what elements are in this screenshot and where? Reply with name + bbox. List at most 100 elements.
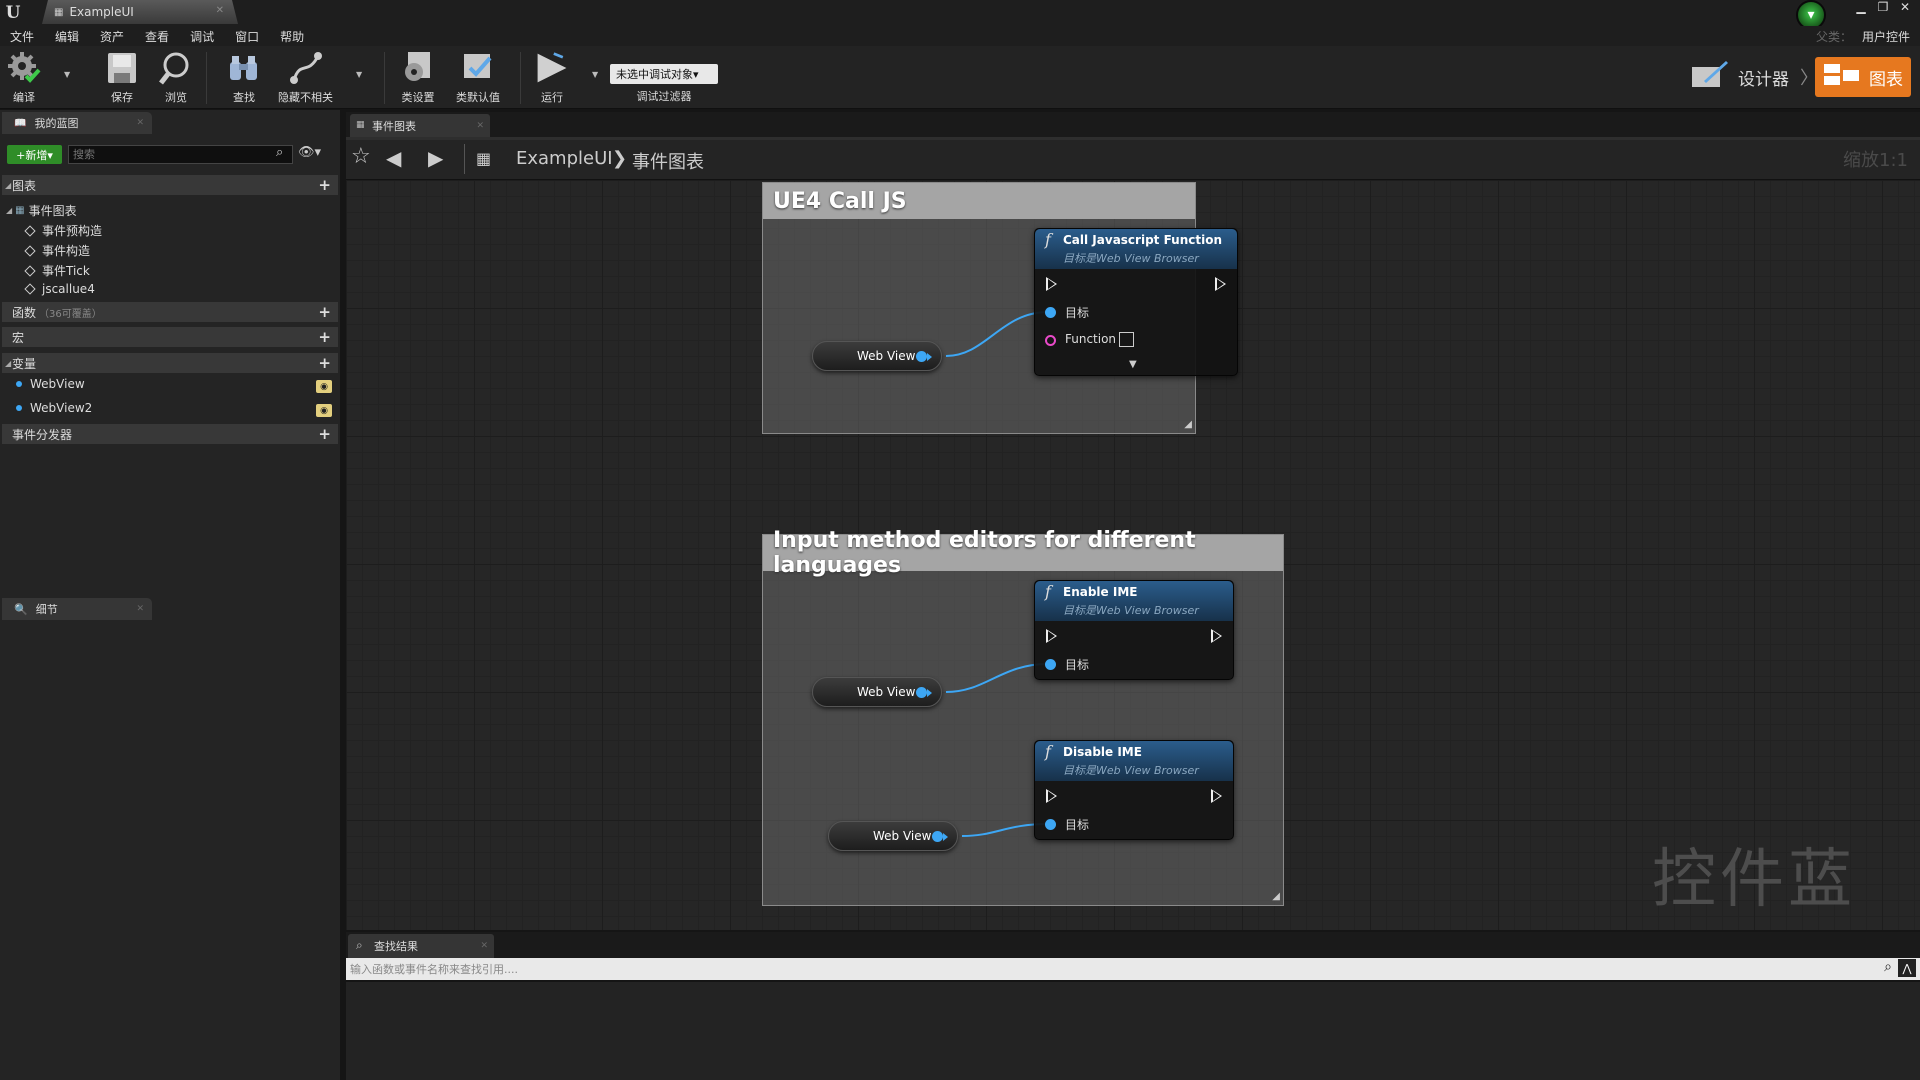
web-view-variable-node[interactable]: Web View — [812, 677, 942, 707]
comment-title[interactable]: UE4 Call JS — [763, 183, 1195, 219]
add-new-button[interactable]: +新增▾ — [7, 145, 62, 164]
close-window-icon[interactable]: ✕ — [1896, 0, 1914, 14]
class-defaults-button[interactable]: 类默认值 — [456, 50, 500, 105]
web-view-variable-node[interactable]: Web View — [812, 341, 942, 371]
close-tab-icon[interactable]: ✕ — [216, 5, 224, 16]
section-event-dispatchers[interactable]: 事件分发器 + — [2, 424, 338, 444]
target-pin[interactable] — [1045, 819, 1056, 830]
tree-item-event[interactable]: 事件Tick — [24, 262, 90, 279]
graph-canvas[interactable]: 控件蓝图 UE4 Call JS ◢ Input method editors … — [346, 180, 1920, 930]
exec-output-pin[interactable] — [1215, 277, 1226, 291]
menu-asset[interactable]: 资产 — [100, 28, 124, 45]
play-options-icon[interactable]: ▼ — [592, 70, 598, 79]
function-value-input[interactable] — [1119, 332, 1134, 347]
exec-input-pin[interactable] — [1046, 789, 1057, 803]
add-dispatcher-icon[interactable]: + — [318, 425, 331, 443]
search-icon[interactable]: ⌕ — [276, 145, 283, 160]
variable-item[interactable]: WebView2 — [16, 401, 92, 415]
resize-handle-icon[interactable]: ◢ — [1272, 891, 1280, 902]
menu-view[interactable]: 查看 — [145, 28, 169, 45]
search-icon[interactable]: ⌕ — [1884, 959, 1892, 975]
variable-item[interactable]: WebView — [16, 377, 85, 391]
hide-unrelated-options-icon[interactable]: ▼ — [356, 70, 362, 79]
event-graph-tab[interactable]: ▦ 事件图表 ✕ — [350, 114, 490, 137]
browse-button[interactable]: 浏览 — [158, 50, 194, 105]
menu-debug[interactable]: 调试 — [190, 28, 214, 45]
web-view-variable-node[interactable]: Web View — [828, 821, 958, 851]
tree-item-event-graph[interactable]: ◢ ▦ 事件图表 — [6, 202, 77, 219]
document-tab[interactable]: ▦ ExampleUI ✕ — [42, 0, 238, 24]
variable-visibility-icon[interactable]: ◉ — [316, 404, 332, 417]
section-macros[interactable]: 宏 + — [2, 327, 338, 347]
add-graph-icon[interactable]: + — [318, 176, 331, 194]
unreal-logo: U — [5, 3, 21, 23]
breadcrumb-root[interactable]: ExampleUI — [516, 148, 613, 169]
close-tab-icon[interactable]: ✕ — [476, 121, 484, 131]
compile-button[interactable]: 编译 — [6, 50, 42, 105]
expand-triangle-icon[interactable]: ◢ — [5, 181, 11, 190]
target-pin[interactable] — [1045, 659, 1056, 670]
advanced-pins-expand-icon[interactable]: ▼ — [1129, 359, 1137, 370]
section-graphs[interactable]: ◢ 图表 + — [2, 175, 338, 195]
add-macro-icon[interactable]: + — [318, 328, 331, 346]
exec-input-pin[interactable] — [1046, 277, 1057, 291]
forward-arrow-icon[interactable]: ▶ — [428, 146, 443, 170]
find-results-search-bar[interactable]: 输入函数或事件名称来查找引用.... ⌕ ⋀ — [346, 958, 1920, 980]
blueprint-search-input[interactable] — [68, 145, 293, 164]
close-panel-icon[interactable]: ✕ — [136, 604, 144, 614]
find-button[interactable]: 查找 — [226, 50, 262, 105]
add-function-icon[interactable]: + — [318, 303, 331, 321]
debug-object-select[interactable]: 未选中调试对象▾ — [610, 64, 718, 84]
compile-options-icon[interactable]: ▼ — [64, 70, 70, 79]
menu-edit[interactable]: 编辑 — [55, 28, 79, 45]
designer-mode-button[interactable]: 设计器 — [1690, 58, 1789, 96]
exec-output-pin[interactable] — [1211, 629, 1222, 643]
variable-output-pin[interactable] — [932, 831, 943, 842]
view-options-eye-icon[interactable]: 👁▾ — [298, 145, 321, 160]
details-tab[interactable]: 🔍 细节 ✕ — [2, 598, 152, 620]
close-panel-icon[interactable]: ✕ — [136, 118, 144, 128]
node-subtitle: 目标是Web View Browser — [1063, 252, 1199, 265]
hide-unrelated-button[interactable]: 隐藏不相关 — [278, 50, 333, 105]
add-variable-icon[interactable]: + — [318, 354, 331, 372]
function-icon: f — [1045, 230, 1051, 249]
parent-class-value[interactable]: 用户控件 — [1862, 28, 1910, 45]
save-button[interactable]: 保存 — [104, 50, 140, 105]
expand-triangle-icon[interactable]: ◢ — [5, 359, 11, 368]
find-options-icon[interactable]: ⋀ — [1898, 959, 1916, 977]
tree-item-event[interactable]: 事件预构造 — [24, 222, 102, 239]
function-string-pin[interactable] — [1045, 335, 1056, 346]
variable-visibility-icon[interactable]: ◉ — [316, 380, 332, 393]
find-results-tab[interactable]: ⌕ 查找结果 ✕ — [348, 934, 494, 958]
menu-window[interactable]: 窗口 — [235, 28, 259, 45]
graph-mode-button[interactable]: 图表 — [1815, 57, 1911, 97]
variable-output-pin[interactable] — [916, 687, 927, 698]
menu-file[interactable]: 文件 — [10, 28, 34, 45]
enable-ime-node[interactable]: f Enable IME 目标是Web View Browser 目标 — [1034, 580, 1234, 680]
variable-output-pin[interactable] — [916, 351, 927, 362]
menu-help[interactable]: 帮助 — [280, 28, 304, 45]
tree-item-event[interactable]: 事件构造 — [24, 242, 90, 259]
event-diamond-icon — [24, 224, 36, 237]
comment-title[interactable]: Input method editors for different langu… — [763, 528, 1283, 578]
find-results-input[interactable]: 输入函数或事件名称来查找引用.... — [350, 961, 518, 977]
breadcrumb-current[interactable]: 事件图表 — [632, 148, 704, 174]
resize-handle-icon[interactable]: ◢ — [1184, 419, 1192, 430]
exec-input-pin[interactable] — [1046, 629, 1057, 643]
section-functions[interactable]: 函数 （36可覆盖） + — [2, 302, 338, 322]
class-settings-button[interactable]: 类设置 — [400, 50, 436, 105]
restore-icon[interactable]: ❐ — [1874, 0, 1892, 14]
favorite-star-icon[interactable]: ☆ — [351, 144, 371, 169]
target-pin[interactable] — [1045, 307, 1056, 318]
minimize-icon[interactable]: ▁ — [1852, 0, 1870, 14]
close-tab-icon[interactable]: ✕ — [480, 941, 488, 951]
expand-triangle-icon[interactable]: ◢ — [6, 206, 12, 215]
tree-item-event[interactable]: jscallue4 — [24, 282, 95, 296]
exec-output-pin[interactable] — [1211, 789, 1222, 803]
section-variables[interactable]: ◢ 变量 + — [2, 353, 338, 373]
play-button[interactable]: 运行 — [534, 50, 570, 105]
disable-ime-node[interactable]: f Disable IME 目标是Web View Browser 目标 — [1034, 740, 1234, 840]
my-blueprint-tab[interactable]: 📖 我的蓝图 ✕ — [2, 112, 152, 134]
call-javascript-function-node[interactable]: f Call Javascript Function 目标是Web View B… — [1034, 228, 1238, 376]
back-arrow-icon[interactable]: ◀ — [386, 146, 401, 170]
